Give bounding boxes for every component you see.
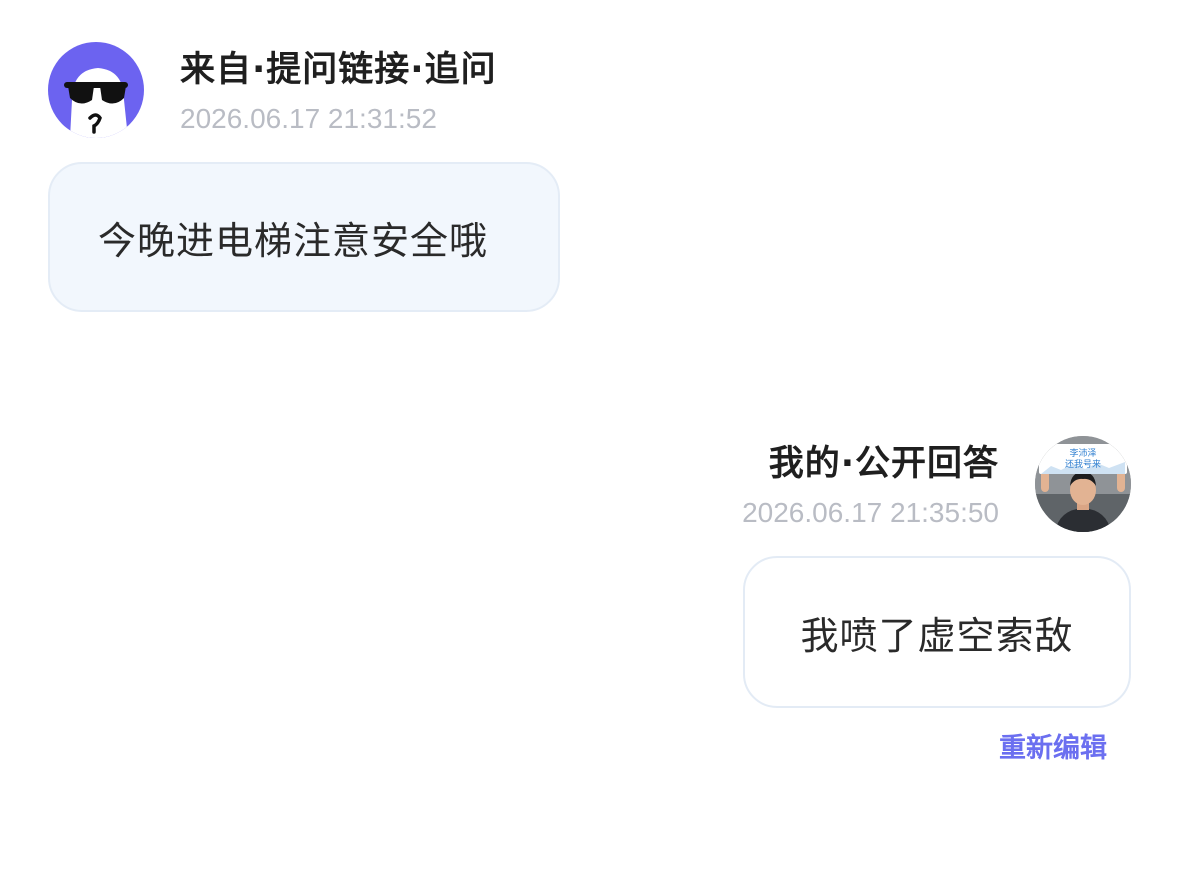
sunglasses-ghost-icon <box>64 68 128 138</box>
incoming-header: 来自·提问链接·追问 2026.06.17 21:31:52 <box>180 50 497 136</box>
outgoing-message-text: 我喷了虚空索敌 <box>800 613 1074 658</box>
incoming-timestamp: 2026.06.17 21:31:52 <box>180 103 437 134</box>
avatar-sign-line1: 李沛泽 <box>1069 447 1096 459</box>
incoming-message-bubble[interactable]: 今晚进电梯注意安全哦 <box>48 162 560 312</box>
sender-name: 来自·提问链接·追问 <box>180 50 497 90</box>
outgoing-timestamp: 2026.06.17 21:35:50 <box>742 497 999 528</box>
avatar-sign-line2: 还我号来 <box>1065 458 1101 470</box>
re-edit-button[interactable]: 重新编辑 <box>999 726 1107 765</box>
outgoing-message-bubble[interactable]: 我喷了虚空索敌 <box>743 556 1131 708</box>
outgoing-header: 我的·公开回答 2026.06.17 21:35:50 <box>742 444 999 530</box>
person-holding-sign-icon: 李沛泽 还我号来 <box>1035 436 1131 532</box>
sender-avatar[interactable] <box>48 42 144 138</box>
my-answer-label: 我的·公开回答 <box>768 444 999 484</box>
incoming-message-text: 今晚进电梯注意安全哦 <box>98 218 489 263</box>
my-avatar[interactable]: 李沛泽 还我号来 <box>1035 436 1131 532</box>
outgoing-message: 我的·公开回答 2026.06.17 21:35:50 李沛泽 还我号来 我喷了… <box>671 436 1131 764</box>
